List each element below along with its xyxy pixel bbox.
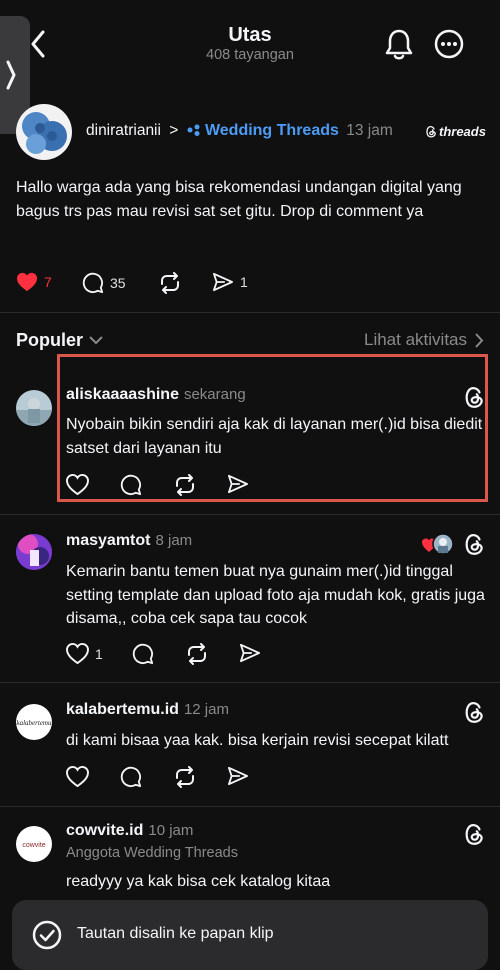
reply-text: di kami bisaa yaa kak. bisa kerjain revi… [66,732,449,749]
like-button[interactable]: 7 [16,272,52,292]
reply-text: readyyy ya kak bisa cek katalog kitaa [66,873,331,890]
reply-username[interactable]: cowvite.id [66,822,143,839]
comment-icon [132,643,154,665]
reply-header: cowvite.id 10 jam [66,822,193,840]
avatar[interactable] [16,534,52,570]
bell-icon[interactable] [384,28,414,60]
view-count: 408 tayangan [206,47,294,63]
reply-time: 10 jam [148,822,194,839]
reply-member-label: Anggota Wedding Threads [66,845,238,861]
repost-icon [161,272,179,294]
sort-dropdown[interactable]: Populer [16,330,103,351]
share-button[interactable]: 1 [212,272,248,292]
comment-icon [82,272,104,294]
chevron-right-icon [6,60,16,90]
avatar-label: kalabertemu [17,719,52,727]
post-header: diniratrianii > Wedding Threads 13 jam [86,122,393,140]
repost-button[interactable] [185,643,209,665]
share-count: 1 [240,274,248,290]
heart-icon [66,766,89,787]
threads-logo-icon[interactable] [463,822,485,846]
share-button[interactable] [227,766,249,786]
chevron-right-icon [475,332,484,348]
threads-logo-icon [426,126,436,138]
top-bar: Utas 408 tayangan [0,0,500,134]
chevron-down-icon [89,336,103,345]
divider [0,312,500,313]
reply-header: kalabertemu.id 12 jam [66,701,229,719]
community-link[interactable]: Wedding Threads [205,122,339,139]
more-options-icon[interactable] [434,29,464,59]
avatar[interactable] [16,390,52,426]
highlight-box [57,354,488,502]
view-activity-link[interactable]: Lihat aktivitas [364,330,484,350]
avatar-label: cowvite [22,842,45,849]
threads-logo-icon[interactable] [463,532,485,556]
toast-message: Tautan disalin ke papan klip [77,925,274,942]
send-icon [228,766,248,786]
reply-button[interactable] [120,766,142,788]
send-icon [213,272,233,292]
community-icon [187,124,200,136]
post-username[interactable]: diniratrianii [86,122,161,139]
breadcrumb-separator: > [169,122,179,139]
heart-icon [66,643,89,664]
threads-brand-text: threads [439,124,486,139]
reply-button[interactable] [132,643,154,665]
reply-header: masyamtot 8 jam [66,532,192,550]
threads-logo-icon[interactable] [463,700,485,724]
repost-button[interactable] [173,766,197,788]
like-button[interactable]: 1 [66,643,103,664]
reply-button[interactable]: 35 [82,272,126,294]
reply-count: 35 [110,275,126,291]
repost-icon [176,766,194,788]
post-text: Hallo warga ada yang bisa rekomendasi un… [16,179,462,220]
avatar[interactable] [16,104,72,160]
check-circle-icon [32,920,62,950]
heart-filled-icon [17,272,37,292]
avatar[interactable]: cowvite [16,826,52,862]
page-title: Utas [228,24,272,46]
repost-button[interactable] [158,272,182,294]
like-count: 7 [44,274,52,290]
comment-icon [120,766,142,788]
share-button[interactable] [239,643,261,663]
divider [0,682,500,683]
divider [0,806,500,807]
send-icon [240,643,261,663]
repost-icon [188,643,206,665]
sort-label: Populer [16,330,84,350]
reply-time: 8 jam [155,532,193,549]
threads-brand: threads [425,124,486,139]
liked-by-avatars [421,533,457,555]
like-button[interactable] [66,766,89,787]
avatar[interactable]: kalabertemu [16,704,52,740]
reply-username[interactable]: kalabertemu.id [66,701,179,718]
like-count: 1 [95,645,103,662]
toast-notification: Tautan disalin ke papan klip [12,900,488,970]
activity-label: Lihat aktivitas [364,330,467,349]
reply-username[interactable]: masyamtot [66,532,150,549]
post-time: 13 jam [346,122,393,139]
reply-time: 12 jam [183,701,229,718]
divider [0,514,500,515]
reply-text: Kemarin bantu temen buat nya gunaim mer(… [66,563,485,627]
